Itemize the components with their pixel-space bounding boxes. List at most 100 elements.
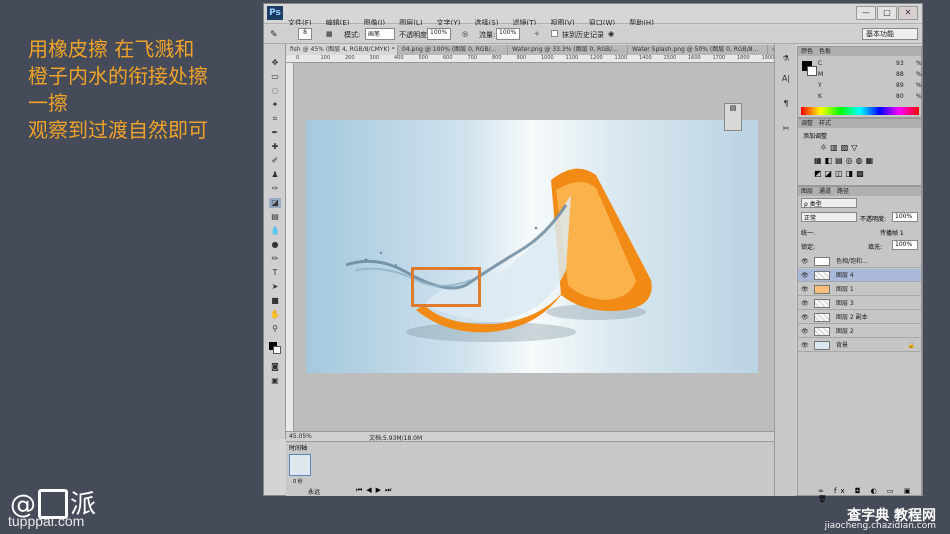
- tab-water[interactable]: Water.png @ 33.3% (图层 0, RGB/...: [508, 45, 628, 55]
- float-panel-icon[interactable]: ▤: [724, 103, 742, 131]
- eye-icon: 👁: [801, 342, 809, 349]
- tab-color[interactable]: 颜色: [801, 48, 813, 55]
- path-select-icon[interactable]: ➤: [269, 282, 281, 292]
- shape-tool-icon[interactable]: ■: [269, 296, 281, 306]
- quick-mask-icon[interactable]: ◙: [269, 362, 281, 372]
- marquee-tool-icon[interactable]: ▭: [269, 72, 281, 82]
- adjust-icons-row2[interactable]: ▦◧▤◎◍▦: [814, 156, 876, 165]
- history-checkbox[interactable]: [551, 30, 558, 37]
- crop-tool-icon[interactable]: ⌗: [269, 114, 281, 124]
- layer-row[interactable]: 👁 色相/饱和...: [798, 255, 921, 268]
- cmyk-y[interactable]: Y 89%: [818, 82, 922, 90]
- layer-opacity-label: 不透明度:: [860, 216, 887, 223]
- properties-panel-icon[interactable]: A|: [780, 74, 792, 84]
- layer-row[interactable]: 👁 图层 2: [798, 325, 921, 338]
- tab-channels[interactable]: 通道: [819, 188, 831, 195]
- color-spectrum[interactable]: [801, 107, 919, 115]
- eye-icon: 👁: [801, 286, 809, 293]
- ruler-tick-label: 0: [296, 55, 300, 61]
- adjust-title: 添加调整: [803, 133, 828, 140]
- tools-panel: ✥ ▭ ◌ ✦ ⌗ ✒ ✚ ✐ ♟ ✑ ◪ ▤ 💧 ● ✏ T ➤ ■ ✋ ⚲ …: [264, 44, 286, 439]
- ruler-tick-label: 200: [345, 55, 355, 61]
- zoom-tool-icon[interactable]: ⚲: [269, 324, 281, 334]
- blur-tool-icon[interactable]: 💧: [269, 226, 281, 236]
- close-button[interactable]: ✕: [898, 6, 918, 20]
- history-brush-icon[interactable]: ✑: [269, 184, 281, 194]
- frame-time[interactable]: 0 秒: [293, 478, 303, 485]
- flow-input[interactable]: 100%: [496, 28, 520, 40]
- gradient-tool-icon[interactable]: ▤: [269, 212, 281, 222]
- layer-row[interactable]: 👁 背景 🔒: [798, 339, 921, 352]
- tab-styles[interactable]: 样式: [819, 120, 831, 127]
- layer-kind-filter[interactable]: ρ 类型: [801, 198, 857, 208]
- ruler-tick-label: 300: [369, 55, 380, 61]
- site-url: tupppai.com: [8, 513, 85, 529]
- adjust-icons-row3[interactable]: ◩◪◫◨▩: [814, 169, 867, 178]
- blend-mode-select[interactable]: 正常: [801, 212, 857, 222]
- move-tool-icon[interactable]: ✥: [269, 58, 281, 68]
- dodge-tool-icon[interactable]: ●: [269, 240, 281, 250]
- eraser-tool-icon[interactable]: ✎: [270, 30, 278, 40]
- tab-04[interactable]: 04.png @ 100% (图层 0, RGB/...: [398, 45, 508, 55]
- eyedropper-tool-icon[interactable]: ✒: [269, 128, 281, 138]
- eraser-tool-icon[interactable]: ◪: [269, 198, 281, 208]
- tools-panel-icon[interactable]: ✂: [780, 124, 792, 134]
- opacity-input[interactable]: 100%: [427, 28, 451, 40]
- cmyk-k[interactable]: K 80%: [818, 93, 922, 101]
- brush-size[interactable]: 8: [298, 28, 312, 40]
- ruler-tick-label: 1800: [737, 55, 750, 61]
- adjust-panel-tabs: 调整 样式: [798, 119, 921, 128]
- tab-water-splash[interactable]: Water Splash.png @ 50% (图层 0, RGB/8...: [628, 45, 768, 55]
- stamp-tool-icon[interactable]: ♟: [269, 170, 281, 180]
- layer-opacity-input[interactable]: 100%: [892, 212, 918, 222]
- pressure-size-icon[interactable]: ◉: [608, 30, 614, 38]
- bg-color-swatch[interactable]: [807, 66, 817, 76]
- background-color-swatch[interactable]: [273, 346, 281, 354]
- adjust-icons-row1[interactable]: ☼▥▨▽: [820, 143, 860, 152]
- tab-paths[interactable]: 路径: [837, 188, 849, 195]
- pressure-opacity-icon[interactable]: ◎: [462, 30, 468, 38]
- fill-input[interactable]: 100%: [892, 240, 918, 250]
- canvas-area[interactable]: ▤: [294, 63, 774, 431]
- ruler-tick-label: 700: [467, 55, 478, 61]
- mode-select[interactable]: 画笔: [365, 28, 395, 40]
- ruler-tick-label: 900: [516, 55, 527, 61]
- type-tool-icon[interactable]: T: [269, 268, 281, 278]
- lasso-tool-icon[interactable]: ◌: [269, 86, 281, 96]
- frame-thumbnail[interactable]: [289, 454, 311, 476]
- cmyk-m[interactable]: M 88%: [818, 71, 922, 79]
- eye-icon: 👁: [801, 328, 809, 335]
- airbrush-icon[interactable]: ✧: [534, 30, 540, 38]
- minimize-button[interactable]: —: [856, 6, 876, 20]
- tab-layers[interactable]: 图层: [801, 188, 813, 195]
- eye-icon: 👁: [801, 258, 809, 265]
- layer-row[interactable]: 👁 图层 3: [798, 297, 921, 310]
- layer-row[interactable]: 👁 图层 2 副本: [798, 311, 921, 324]
- quick-select-icon[interactable]: ✦: [269, 100, 281, 110]
- tab-swatches[interactable]: 色板: [819, 48, 831, 55]
- brush-tool-icon[interactable]: ✐: [269, 156, 281, 166]
- playback-controls[interactable]: ⏮◀▶⏭: [356, 486, 395, 495]
- pen-tool-icon[interactable]: ✏: [269, 254, 281, 264]
- character-panel-icon[interactable]: ¶: [780, 99, 792, 109]
- cmyk-c[interactable]: C 93%: [818, 60, 922, 68]
- tab-fish[interactable]: fish @ 45% (图层 4, RGB/8/CMYK) *: [286, 45, 398, 55]
- tab-adjustments[interactable]: 调整: [801, 120, 813, 127]
- history-panel-icon[interactable]: ⚗: [780, 54, 792, 64]
- loop-select[interactable]: 永远: [308, 487, 320, 496]
- brush-panel-icon[interactable]: ▦: [326, 30, 333, 38]
- layer-row[interactable]: 👁 图层 4: [798, 269, 921, 282]
- document-image[interactable]: [306, 120, 758, 373]
- maximize-button[interactable]: □: [877, 6, 897, 20]
- healing-tool-icon[interactable]: ✚: [269, 142, 281, 152]
- ruler-tick-label: 600: [443, 55, 453, 61]
- instruction-text: 用橡皮擦 在飞溅和 橙子内水的衔接处擦 一擦 观察到过渡自然即可: [28, 36, 208, 144]
- propagate-label[interactable]: 传播帧 1: [880, 228, 904, 237]
- layer-row[interactable]: 👁 图层 1: [798, 283, 921, 296]
- screen-mode-icon[interactable]: ▣: [269, 376, 281, 386]
- hand-tool-icon[interactable]: ✋: [269, 310, 281, 320]
- workspace-select[interactable]: 基本功能: [862, 28, 918, 40]
- layer-footer-buttons[interactable]: ∞ fx ◘ ◐ ▭ ▣ 🗑: [818, 487, 921, 503]
- zoom-level[interactable]: 45.05%: [289, 433, 312, 440]
- options-bar: ✎ 8 ▦ 模式: 画笔 不透明度: 100% ◎ 流量: 100% ✧ 抹到历…: [264, 25, 922, 44]
